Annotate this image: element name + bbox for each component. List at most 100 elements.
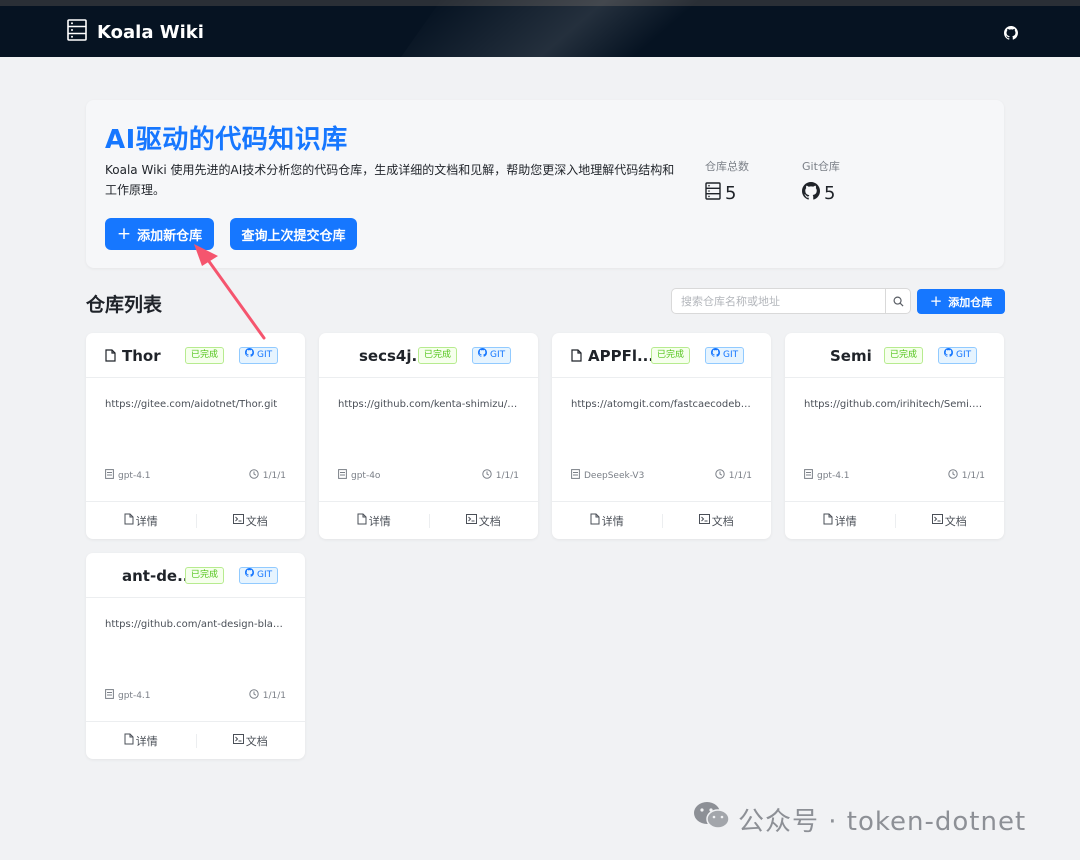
terminal-icon (698, 514, 710, 527)
stat-git-label: Git仓库 (802, 160, 840, 173)
query-last-submit-button[interactable]: 查询上次提交仓库 (230, 218, 357, 250)
github-icon (245, 348, 254, 363)
repo-url[interactable]: https://github.com/irihitech/Semi.Ava... (804, 399, 986, 410)
git-badge-label: GIT (723, 350, 739, 360)
repo-name[interactable]: ant-de... (122, 567, 194, 585)
status-badge: 已完成 (651, 347, 691, 364)
repo-date-label: 1/1/1 (961, 470, 985, 481)
repo-title-wrap: ant-de... (122, 566, 194, 586)
stat-git-value: 5 (824, 183, 836, 204)
model-icon (571, 469, 580, 482)
docs-button[interactable]: 文档 (428, 502, 539, 539)
repo-model: gpt-4.1 (105, 469, 151, 482)
repo-model: gpt-4.1 (804, 469, 850, 482)
github-icon (245, 568, 254, 583)
terminal-icon (232, 734, 244, 747)
detail-label: 详情 (601, 514, 624, 528)
repo-model: DeepSeek-V3 (571, 469, 644, 482)
search-box (671, 288, 911, 314)
docs-button[interactable]: 文档 (195, 502, 306, 539)
stat-total-repos: 仓库总数 5 (705, 158, 749, 205)
clock-icon (948, 469, 958, 482)
repo-url[interactable]: https://github.com/kenta-shimizu/sec... (338, 399, 520, 410)
repo-date-label: 1/1/1 (262, 690, 286, 701)
detail-label: 详情 (135, 734, 158, 748)
repo-name[interactable]: Thor (122, 347, 161, 365)
terminal-icon (465, 514, 477, 527)
wechat-icon (692, 800, 732, 839)
github-icon (478, 348, 487, 363)
repo-date-label: 1/1/1 (495, 470, 519, 481)
clock-icon (715, 469, 725, 482)
search-input[interactable] (672, 289, 885, 313)
repo-url[interactable]: https://atomgit.com/fastcaecodebase... (571, 399, 753, 410)
repo-card[interactable]: Thor 已完成 GIT https://gitee.com/aidotnet/… (86, 333, 305, 539)
repo-card-header: secs4j... 已完成 GIT (319, 333, 538, 378)
detail-button[interactable]: 详情 (86, 722, 196, 759)
status-badge: 已完成 (185, 347, 225, 364)
repo-name[interactable]: Semi (830, 347, 872, 365)
search-icon (893, 292, 904, 311)
status-badge: 已完成 (185, 567, 225, 584)
repo-model: gpt-4.1 (105, 689, 151, 702)
terminal-icon (232, 514, 244, 527)
repo-url[interactable]: https://github.com/ant-design-blazor... (105, 619, 287, 630)
docs-button[interactable]: 文档 (195, 722, 306, 759)
repo-model-label: gpt-4o (351, 470, 381, 481)
repo-card[interactable]: Semi 已完成 GIT https://github.com/irihitec… (785, 333, 1004, 539)
detail-icon (590, 513, 600, 528)
docs-label: 文档 (478, 514, 501, 528)
detail-label: 详情 (834, 514, 857, 528)
git-badge-label: GIT (257, 350, 273, 360)
repo-date: 1/1/1 (715, 469, 752, 482)
github-icon (711, 348, 720, 363)
repo-card-actions: 详情 文档 (86, 721, 305, 759)
plus-icon: + (929, 292, 943, 310)
brand[interactable]: Koala Wiki (67, 19, 204, 44)
repo-title-wrap: Thor (105, 346, 161, 366)
repo-date: 1/1/1 (249, 469, 286, 482)
clock-icon (249, 469, 259, 482)
app-title: Koala Wiki (97, 21, 204, 43)
repo-card[interactable]: ant-de... 已完成 GIT https://github.com/ant… (86, 553, 305, 759)
repo-date: 1/1/1 (948, 469, 985, 482)
detail-button[interactable]: 详情 (86, 502, 196, 539)
detail-icon (124, 513, 134, 528)
file-icon (105, 347, 116, 366)
add-repo-button[interactable]: + 添加仓库 (917, 289, 1005, 314)
model-icon (105, 689, 114, 702)
github-icon (802, 182, 820, 205)
git-badge-label: GIT (490, 350, 506, 360)
git-badge-label: GIT (257, 570, 273, 580)
detail-icon (823, 513, 833, 528)
stat-total-value: 5 (725, 183, 737, 204)
repo-card[interactable]: APPFl... 已完成 GIT https://atomgit.com/fas… (552, 333, 771, 539)
repo-card[interactable]: secs4j... 已完成 GIT https://github.com/ken… (319, 333, 538, 539)
search-button[interactable] (885, 289, 910, 313)
stat-total-value-row: 5 (705, 182, 749, 205)
repo-model-label: DeepSeek-V3 (584, 470, 645, 481)
repo-date-label: 1/1/1 (728, 470, 752, 481)
github-icon[interactable] (1004, 25, 1018, 40)
database-icon (705, 182, 721, 205)
docs-button[interactable]: 文档 (661, 502, 772, 539)
detail-button[interactable]: 详情 (785, 502, 895, 539)
clock-icon (482, 469, 492, 482)
model-icon (804, 469, 813, 482)
model-icon (338, 469, 347, 482)
model-icon (105, 469, 114, 482)
detail-button[interactable]: 详情 (552, 502, 662, 539)
status-badge: 已完成 (884, 347, 924, 364)
header-sheen (391, 0, 789, 57)
repo-card-actions: 详情 文档 (319, 501, 538, 539)
detail-button[interactable]: 详情 (319, 502, 429, 539)
repo-name[interactable]: APPFl... (588, 347, 654, 365)
repo-url[interactable]: https://gitee.com/aidotnet/Thor.git (105, 399, 287, 410)
git-badge: GIT (239, 347, 279, 364)
repo-card-header: ant-de... 已完成 GIT (86, 553, 305, 598)
add-new-repo-button[interactable]: + 添加新仓库 (105, 218, 214, 250)
status-badge: 已完成 (418, 347, 458, 364)
docs-button[interactable]: 文档 (894, 502, 1005, 539)
watermark: 公众号 · token-dotnet (692, 800, 1026, 839)
detail-label: 详情 (368, 514, 391, 528)
